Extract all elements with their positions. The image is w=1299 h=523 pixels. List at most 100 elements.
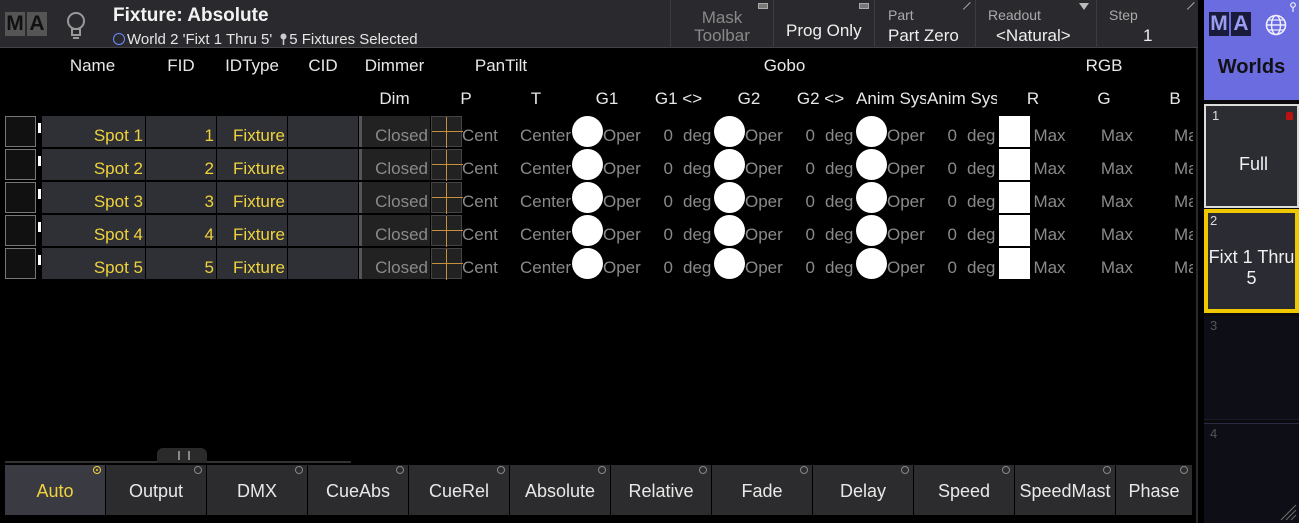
- col-header-dimmer[interactable]: Dimmer: [359, 49, 430, 82]
- cell-r[interactable]: Max: [1030, 248, 1069, 279]
- col-header-gobo[interactable]: Gobo: [572, 49, 997, 82]
- cell-g1[interactable]: Oper: [603, 215, 643, 246]
- cell-g1-spin[interactable]: 0: [643, 116, 673, 147]
- cell-b[interactable]: Ma: [1174, 149, 1193, 180]
- resize-handle[interactable]: [157, 448, 207, 463]
- cell-g1-spin[interactable]: 0: [643, 215, 673, 246]
- cell-pan[interactable]: Cent: [462, 248, 501, 279]
- cell-anim1[interactable]: Oper: [887, 182, 927, 213]
- cell-anim1[interactable]: Oper: [887, 248, 927, 279]
- cell-g1[interactable]: Oper: [603, 182, 643, 213]
- table-row[interactable]: Spot 5 5 Fixture Closed Cent Center Oper 0 deg Op…: [0, 248, 1193, 280]
- tab-speedmast[interactable]: SpeedMast: [1015, 465, 1116, 515]
- cell-name[interactable]: Spot 4: [42, 215, 145, 246]
- cell-pan[interactable]: Cent: [462, 182, 501, 213]
- cell-idtype[interactable]: Fixture: [217, 116, 287, 147]
- col-header-cid[interactable]: CID: [288, 49, 358, 82]
- col-header-idtype[interactable]: IDType: [217, 49, 287, 82]
- cell-idtype[interactable]: Fixture: [217, 149, 287, 180]
- cell-name[interactable]: Spot 3: [42, 182, 145, 213]
- readout-dropdown[interactable]: Readout <Natural>: [975, 0, 1095, 48]
- cell-g2-spin[interactable]: 0: [785, 149, 815, 180]
- cell-g1-unit[interactable]: deg: [683, 182, 714, 213]
- mask-toolbar-button[interactable]: Mask Toolbar: [670, 0, 772, 48]
- selection-box[interactable]: [5, 215, 36, 246]
- cell-g2[interactable]: Oper: [745, 149, 785, 180]
- cell-g2[interactable]: Oper: [745, 215, 785, 246]
- cell-g2-unit[interactable]: deg: [825, 248, 856, 279]
- cell-r[interactable]: Max: [1030, 116, 1069, 147]
- table-row[interactable]: Spot 3 3 Fixture Closed Cent Center Oper 0 deg Op…: [0, 182, 1193, 214]
- cell-r[interactable]: Max: [1030, 149, 1069, 180]
- cell-g1-unit[interactable]: deg: [683, 116, 714, 147]
- cell-pan[interactable]: Cent: [462, 149, 501, 180]
- cell-b[interactable]: Ma: [1174, 116, 1193, 147]
- prog-only-button[interactable]: Prog Only: [773, 0, 873, 48]
- cell-g1-unit[interactable]: deg: [683, 215, 714, 246]
- cell-anim2-unit[interactable]: deg: [967, 215, 998, 246]
- col-header-r[interactable]: R: [998, 82, 1068, 115]
- cell-dim[interactable]: Closed: [359, 116, 430, 147]
- table-row[interactable]: Spot 4 4 Fixture Closed Cent Center Oper 0 deg Op…: [0, 215, 1193, 247]
- cell-pan[interactable]: Cent: [462, 116, 501, 147]
- cell-dim[interactable]: Closed: [359, 149, 430, 180]
- selection-box[interactable]: [5, 149, 36, 180]
- cell-g1-spin[interactable]: 0: [643, 248, 673, 279]
- cell-anim1[interactable]: Oper: [887, 215, 927, 246]
- cell-anim2[interactable]: 0: [927, 116, 957, 147]
- cell-pan[interactable]: Cent: [462, 215, 501, 246]
- worlds-header[interactable]: M A Worlds: [1204, 0, 1299, 100]
- cell-g2[interactable]: Oper: [745, 182, 785, 213]
- cell-g2-spin[interactable]: 0: [785, 182, 815, 213]
- cell-tilt[interactable]: Center: [501, 116, 571, 147]
- tab-speed[interactable]: Speed: [914, 465, 1015, 515]
- cell-anim2-unit[interactable]: deg: [967, 116, 998, 147]
- cell-fid[interactable]: 2: [146, 149, 216, 180]
- col-header-g2[interactable]: G2: [714, 82, 784, 115]
- cell-g1[interactable]: Oper: [603, 149, 643, 180]
- col-header-pan[interactable]: P: [431, 82, 501, 115]
- selection-box[interactable]: [5, 248, 36, 279]
- cell-idtype[interactable]: Fixture: [217, 215, 287, 246]
- resize-corner-icon[interactable]: [1277, 501, 1297, 521]
- cell-g1-unit[interactable]: deg: [683, 149, 714, 180]
- cell-tilt[interactable]: Center: [501, 182, 571, 213]
- world-1[interactable]: 1 Full: [1204, 104, 1299, 208]
- col-header-anim-sys-2[interactable]: Anim Sys: [927, 82, 997, 115]
- cell-g2-spin[interactable]: 0: [785, 215, 815, 246]
- part-button[interactable]: Part Part Zero: [874, 0, 978, 48]
- table-row[interactable]: Spot 2 2 Fixture Closed Cent Center Oper 0 deg Op…: [0, 149, 1193, 181]
- cell-idtype[interactable]: Fixture: [217, 182, 287, 213]
- tab-dmx[interactable]: DMX: [207, 465, 308, 515]
- tab-cuerel[interactable]: CueRel: [409, 465, 510, 515]
- cell-anim2[interactable]: 0: [927, 215, 957, 246]
- cell-g[interactable]: Max: [1069, 182, 1139, 213]
- cell-idtype[interactable]: Fixture: [217, 248, 287, 279]
- world-3[interactable]: 3: [1204, 316, 1299, 420]
- col-header-g1-spin[interactable]: G1 <>: [643, 82, 714, 115]
- cell-name[interactable]: Spot 1: [42, 116, 145, 147]
- col-header-anim-sys-1[interactable]: Anim Sys: [856, 82, 926, 115]
- selection-box[interactable]: [5, 182, 36, 213]
- cell-name[interactable]: Spot 2: [42, 149, 145, 180]
- bulb-icon[interactable]: [64, 10, 88, 40]
- cell-g1[interactable]: Oper: [603, 248, 643, 279]
- col-header-b[interactable]: B: [1140, 82, 1210, 115]
- cell-anim2-unit[interactable]: deg: [967, 248, 998, 279]
- cell-tilt[interactable]: Center: [501, 149, 571, 180]
- cell-fid[interactable]: 4: [146, 215, 216, 246]
- cell-g2-unit[interactable]: deg: [825, 116, 856, 147]
- col-header-g[interactable]: G: [1069, 82, 1139, 115]
- tab-cueabs[interactable]: CueAbs: [308, 465, 409, 515]
- cell-dim[interactable]: Closed: [359, 182, 430, 213]
- cell-g1-spin[interactable]: 0: [643, 149, 673, 180]
- col-header-tilt[interactable]: T: [501, 82, 571, 115]
- cell-g[interactable]: Max: [1069, 248, 1139, 279]
- cell-fid[interactable]: 1: [146, 116, 216, 147]
- cell-b[interactable]: Ma: [1174, 182, 1193, 213]
- tab-absolute[interactable]: Absolute: [510, 465, 611, 515]
- cell-tilt[interactable]: Center: [501, 248, 571, 279]
- cell-g1-spin[interactable]: 0: [643, 182, 673, 213]
- cell-cid[interactable]: [288, 182, 358, 213]
- cell-g1[interactable]: Oper: [603, 116, 643, 147]
